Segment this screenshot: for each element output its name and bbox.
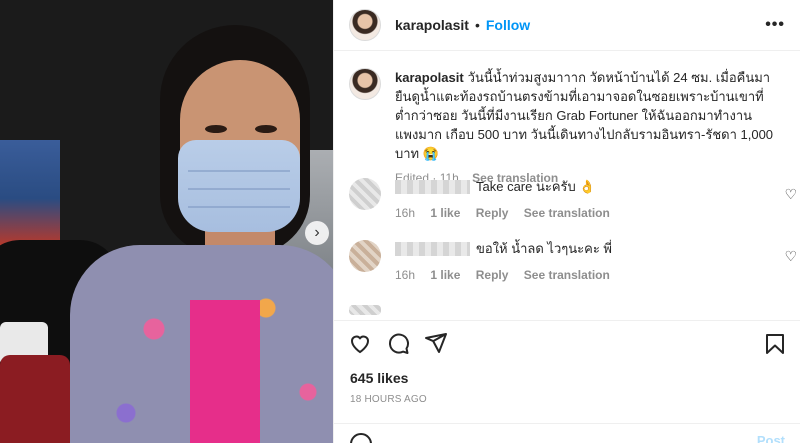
post-comment-button[interactable]: Post: [757, 433, 785, 443]
reply-button[interactable]: Reply: [476, 206, 509, 220]
comment-likes[interactable]: 1 like: [430, 268, 460, 282]
commenter-name[interactable]: [395, 242, 470, 256]
username[interactable]: karapolasit: [395, 17, 469, 33]
more-options-icon[interactable]: •••: [765, 16, 785, 34]
bookmark-icon[interactable]: [763, 332, 787, 356]
comment-age: 16h: [395, 206, 416, 220]
follow-button[interactable]: Follow: [486, 17, 530, 33]
pink-shirt: [190, 300, 260, 443]
comment-text: Take care นะครับ 👌: [476, 179, 596, 194]
comment-age: 16h: [395, 268, 416, 282]
chevron-right-icon[interactable]: ›: [305, 221, 329, 245]
comment-text: ขอให้ น้ำลด ไวๆนะคะ พี่: [476, 241, 612, 256]
left-eye: [205, 125, 227, 133]
likes-count[interactable]: 645 likes: [350, 370, 408, 386]
small-heart-icon[interactable]: ♡: [784, 248, 797, 265]
caption: karapolasit วันนี้น้ำท่วมสูงมาาาก วัดหน้า…: [349, 68, 789, 188]
post-side-panel: karapolasit • Follow ••• karapolasit วันน…: [333, 0, 800, 443]
separator-dot: •: [474, 17, 480, 33]
speech-bubble-icon[interactable]: [386, 331, 410, 355]
post-photo[interactable]: ›: [0, 0, 333, 443]
emoji-icon[interactable]: [350, 433, 372, 443]
commenter-name[interactable]: [395, 180, 470, 194]
add-comment-bar: Post: [334, 423, 800, 443]
caption-username[interactable]: karapolasit: [395, 70, 464, 85]
reply-button[interactable]: Reply: [476, 268, 509, 282]
avatar[interactable]: [349, 9, 381, 41]
avatar[interactable]: [349, 240, 381, 272]
red-bag: [0, 355, 70, 443]
partial-comment: ♥ ♥: [349, 305, 799, 319]
avatar: [349, 305, 381, 315]
right-eye: [255, 125, 277, 133]
face-mask: [178, 140, 300, 232]
instagram-post: › karapolasit • Follow ••• karapolasit วั…: [0, 0, 800, 443]
comment-likes[interactable]: 1 like: [430, 206, 460, 220]
caption-avatar[interactable]: [349, 68, 381, 100]
comment-item: ขอให้ น้ำลด ไวๆนะคะ พี่ 16h 1 like Reply…: [349, 240, 799, 282]
small-heart-icon[interactable]: ♡: [784, 186, 797, 203]
post-header: karapolasit • Follow •••: [334, 0, 800, 51]
comment-item: Take care นะครับ 👌 16h 1 like Reply See …: [349, 178, 799, 220]
posted-time: 18 HOURS AGO: [350, 394, 427, 405]
avatar[interactable]: [349, 178, 381, 210]
heart-outline-icon[interactable]: [348, 331, 372, 355]
see-translation-link[interactable]: See translation: [524, 268, 610, 282]
see-translation-link[interactable]: See translation: [524, 206, 610, 220]
action-bar: [334, 320, 800, 364]
paper-plane-icon[interactable]: [424, 331, 448, 355]
